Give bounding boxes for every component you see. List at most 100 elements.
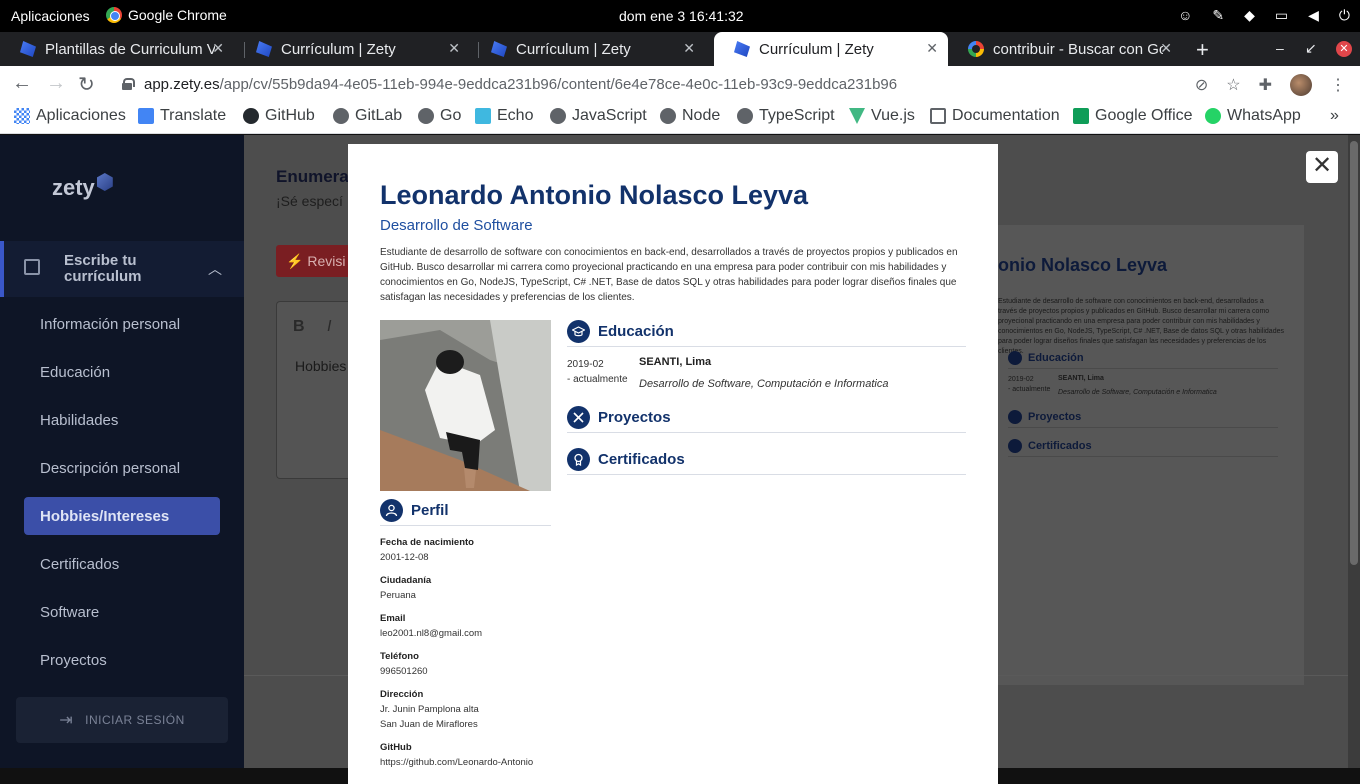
bookmark-github[interactable]: GitHub: [243, 107, 315, 125]
sidebar-item-informacion-personal[interactable]: Información personal: [40, 316, 180, 333]
menu-kebab-icon[interactable]: ⋮: [1330, 75, 1346, 95]
browser-tab[interactable]: Currículum | Zety ✕: [471, 32, 705, 66]
award-icon: [567, 448, 590, 471]
sidebar-item-proyectos[interactable]: Proyectos: [40, 652, 107, 669]
education-degree: Desarrollo de Software, Computación e In…: [639, 378, 889, 390]
close-tab-icon[interactable]: ✕: [212, 40, 224, 57]
bookmark-vuejs[interactable]: Vue.js: [849, 107, 915, 125]
scrollbar-thumb[interactable]: [1350, 141, 1358, 565]
globe-icon: [333, 108, 349, 124]
restore-icon[interactable]: ↙: [1305, 40, 1317, 57]
url-text[interactable]: app.zety.es/app/cv/55b9da94-4e05-11eb-99…: [144, 76, 897, 93]
globe-icon: [737, 108, 753, 124]
more-bookmarks-icon[interactable]: »: [1330, 107, 1339, 125]
reload-icon[interactable]: ↻: [78, 72, 95, 97]
profile-field-value: leo2001.nl8@gmail.com: [380, 628, 483, 639]
cv-job-title: Desarrollo de Software: [380, 217, 533, 234]
zety-logo[interactable]: zety: [52, 173, 113, 201]
minimize-icon[interactable]: –: [1276, 40, 1284, 56]
bookmark-echo[interactable]: Echo: [475, 107, 533, 125]
sidebar-item-descripcion-personal[interactable]: Descripción personal: [40, 460, 180, 477]
tab-title: Currículum | Zety: [281, 40, 396, 58]
echo-icon: [475, 108, 491, 124]
clock[interactable]: dom ene 3 16:41:32: [619, 8, 744, 24]
bold-icon[interactable]: B: [293, 318, 305, 336]
tools-icon: [1008, 410, 1022, 424]
bookmark-go[interactable]: Go: [418, 107, 461, 125]
close-tab-icon[interactable]: ✕: [926, 40, 938, 57]
forward-arrow-icon[interactable]: →: [46, 72, 66, 95]
active-app-menu[interactable]: Google Chrome: [106, 7, 227, 23]
back-arrow-icon[interactable]: ←: [12, 72, 32, 95]
sidebar: zety Escribe tu currículum ︿ Información…: [0, 135, 244, 768]
bookmark-gitlab[interactable]: GitLab: [333, 107, 402, 125]
sidebar-item-hobbies[interactable]: Hobbies/Intereses: [24, 497, 220, 535]
person-icon: [380, 499, 403, 522]
sidebar-item-certificados[interactable]: Certificados: [40, 556, 119, 573]
tab-title: Plantillas de Curriculum V: [45, 40, 215, 58]
cv-preview-thumbnail[interactable]: onio Nolasco Leyva Estudiante de desarro…: [974, 225, 1304, 685]
tracking-protection-icon[interactable]: ⊘: [1195, 75, 1208, 95]
profile-field-value: Peruana: [380, 590, 416, 601]
profile-avatar[interactable]: [1290, 74, 1312, 96]
bookmark-documentation[interactable]: Documentation: [930, 107, 1060, 125]
accessibility-icon[interactable]: ☺: [1178, 7, 1192, 24]
profile-field-value: Jr. Junin Pamplona alta: [380, 704, 479, 715]
display-icon[interactable]: ▭: [1275, 7, 1288, 24]
page-scrollbar[interactable]: [1348, 135, 1360, 768]
bolt-icon: ⚡: [286, 253, 304, 269]
toolbar-actions: ⊘ ☆ ✚ ⋮: [1195, 74, 1346, 96]
address-bar[interactable]: app.zety.es/app/cv/55b9da94-4e05-11eb-99…: [108, 70, 1258, 98]
login-icon: ⇥: [59, 712, 74, 729]
sidebar-item-software[interactable]: Software: [40, 604, 99, 621]
browser-tab[interactable]: Plantillas de Curriculum V ✕: [0, 32, 234, 66]
graduation-cap-icon: [1008, 351, 1022, 365]
volume-icon[interactable]: ◀: [1308, 7, 1319, 24]
sidebar-item-educacion[interactable]: Educación: [40, 364, 110, 381]
preview-section-projects: Proyectos: [1008, 410, 1081, 424]
login-button[interactable]: ⇥ INICIAR SESIÓN: [16, 697, 228, 743]
system-tray[interactable]: ☺ ✎ ◆ ▭ ◀ ⏻: [1178, 7, 1350, 24]
bookmark-google-office[interactable]: Google Office: [1073, 107, 1193, 125]
sidebar-section-label: Escribe tu currículum: [64, 252, 142, 285]
bookmark-apps[interactable]: Aplicaciones: [14, 107, 126, 125]
edit-document-icon: [24, 259, 40, 275]
activities-button[interactable]: Aplicaciones: [11, 8, 90, 24]
new-tab-button[interactable]: +: [1196, 37, 1209, 63]
close-tab-icon[interactable]: ✕: [683, 40, 695, 57]
browser-tab[interactable]: Currículum | Zety ✕: [236, 32, 470, 66]
sidebar-item-habilidades[interactable]: Habilidades: [40, 412, 118, 429]
preview-edu-date: 2019-02- actualmente: [1008, 376, 1051, 393]
bookmark-star-icon[interactable]: ☆: [1226, 75, 1240, 95]
profile-photo: [380, 320, 551, 491]
chrome-icon: [106, 7, 122, 23]
browser-tab[interactable]: contribuir - Buscar con Go ✕: [948, 32, 1182, 66]
cv-preview-modal: Leonardo Antonio Nolasco Leyva Desarroll…: [348, 144, 998, 784]
extensions-icon[interactable]: ✚: [1259, 75, 1272, 95]
education-dates: 2019-02- actualmente: [567, 359, 628, 385]
system-top-bar: Aplicaciones Google Chrome dom ene 3 16:…: [0, 0, 1360, 32]
lock-icon[interactable]: [122, 78, 135, 90]
pen-icon[interactable]: ✎: [1212, 7, 1224, 24]
window-close-button[interactable]: ✕: [1336, 41, 1352, 57]
bookmark-typescript[interactable]: TypeScript: [737, 107, 835, 125]
dropbox-icon[interactable]: ◆: [1244, 7, 1255, 24]
bookmark-node[interactable]: Node: [660, 107, 720, 125]
close-tab-icon[interactable]: ✕: [1160, 40, 1172, 57]
zety-icon: [491, 41, 507, 57]
bookmark-javascript[interactable]: JavaScript: [550, 107, 647, 125]
italic-icon[interactable]: I: [327, 318, 331, 336]
cv-section-projects: Proyectos: [567, 406, 671, 429]
close-tab-icon[interactable]: ✕: [448, 40, 460, 57]
sidebar-section-header[interactable]: Escribe tu currículum ︿: [0, 241, 244, 297]
power-icon[interactable]: ⏻: [1339, 7, 1350, 24]
bookmarks-bar: Aplicaciones Translate GitHub GitLab Go …: [0, 102, 1360, 134]
divider: [567, 432, 966, 433]
close-modal-button[interactable]: ✕: [1306, 151, 1338, 183]
bookmark-translate[interactable]: Translate: [138, 107, 226, 125]
profile-field-label: GitHub: [380, 742, 412, 753]
section-heading: Enumera: [276, 167, 349, 186]
chevron-up-icon[interactable]: ︿: [208, 259, 222, 279]
bookmark-whatsapp[interactable]: WhatsApp: [1205, 107, 1301, 125]
browser-tab-active[interactable]: Currículum | Zety ✕: [714, 32, 948, 66]
